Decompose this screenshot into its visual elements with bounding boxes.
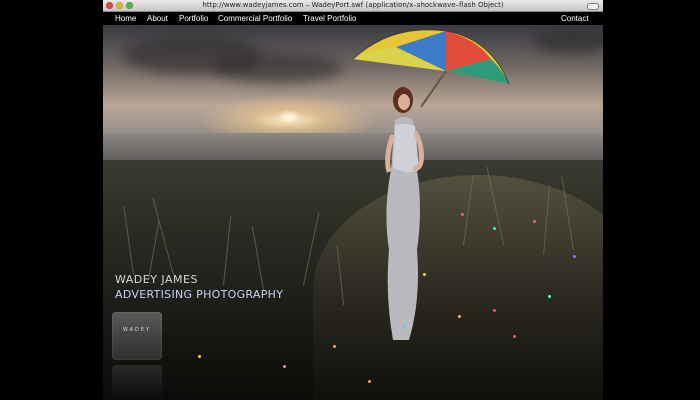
sparkle	[548, 295, 551, 298]
hero-photo: WADEY JAMES ADVERTISING PHOTOGRAPHY WADE…	[103, 25, 603, 400]
sparkle	[513, 335, 516, 338]
sparkle	[333, 345, 336, 348]
logo[interactable]: WADEY	[112, 312, 162, 360]
cloud	[533, 29, 603, 53]
nav-contact[interactable]: Contact	[561, 12, 589, 25]
browser-window: http://www.wadeyjames.com – WadeyPort.sw…	[103, 0, 603, 400]
sparkle	[283, 365, 286, 368]
sparkle	[493, 227, 496, 230]
sparkle	[423, 273, 426, 276]
brand-tagline: ADVERTISING PHOTOGRAPHY	[115, 288, 284, 301]
model-figure	[385, 87, 424, 340]
sparkle	[368, 380, 371, 383]
nav-about[interactable]: About	[147, 12, 168, 25]
sparkle	[493, 309, 496, 312]
cloud	[213, 53, 343, 83]
logo-reflection	[112, 365, 162, 400]
sparkle	[461, 213, 464, 216]
sun	[281, 113, 297, 121]
toolbar-toggle-icon[interactable]	[587, 3, 599, 10]
sparkle	[458, 315, 461, 318]
sparkle	[198, 355, 201, 358]
window-title: http://www.wadeyjames.com – WadeyPort.sw…	[202, 1, 504, 9]
sparkle	[573, 255, 576, 258]
title-bar: http://www.wadeyjames.com – WadeyPort.sw…	[103, 0, 603, 12]
sparkle	[403, 325, 406, 328]
sparkle	[533, 220, 536, 223]
nav-portfolio[interactable]: Portfolio	[179, 12, 208, 25]
nav-home[interactable]: Home	[115, 12, 136, 25]
brand-name: WADEY JAMES	[115, 273, 198, 286]
logo-text: WADEY	[122, 327, 152, 333]
site-nav: Home About Portfolio Commercial Portfoli…	[103, 12, 603, 25]
nav-commercial-portfolio[interactable]: Commercial Portfolio	[218, 12, 292, 25]
nav-travel-portfolio[interactable]: Travel Portfolio	[303, 12, 357, 25]
